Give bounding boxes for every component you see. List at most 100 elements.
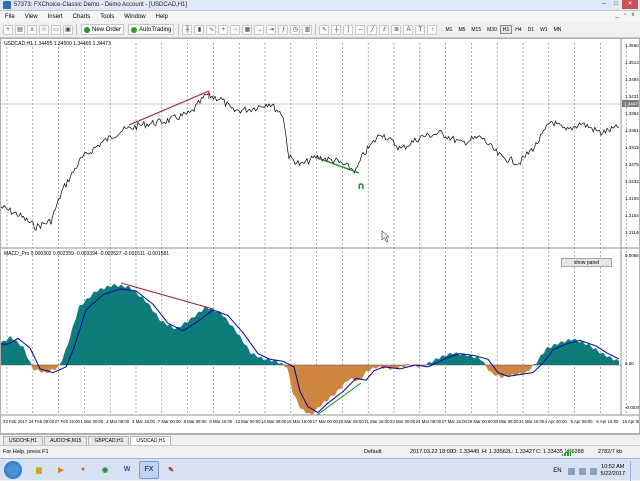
chart-tabs: USDCHF,H1 AUDCHF,M15 GBPCAD,H1 USDCAD,H1 [0, 434, 640, 445]
bar-chart-icon[interactable]: ╫ [182, 24, 193, 35]
menu-charts[interactable]: Charts [68, 14, 96, 20]
new-order-label: New Order [92, 26, 122, 33]
tray-arrow-icon[interactable] [567, 467, 575, 475]
tab-usdcad-h1[interactable]: USDCAD,H1 [130, 436, 172, 445]
timeframe-d1[interactable]: D1 [525, 25, 537, 34]
timeframe-m15[interactable]: M15 [468, 25, 484, 34]
timeframe-h1[interactable]: H1 [499, 25, 513, 34]
vertical-line-icon[interactable]: │ [343, 24, 354, 35]
metatrader-taskbar-icon[interactable]: FX [139, 460, 159, 479]
time-axis-label: 13 Mar 00:00 [235, 419, 261, 424]
menu-file[interactable]: File [0, 14, 20, 20]
crosshair-icon[interactable]: ┼ [331, 24, 342, 35]
chart-window[interactable]: ↑ ∩ 1.35605 1.35135 1.34840 1.34315 1.33945 1.3… [0, 38, 640, 434]
horizontal-line-icon[interactable]: ─ [355, 24, 366, 35]
show-panel-button[interactable]: show panel [561, 258, 612, 267]
price-axis-label: 1.31140 [625, 230, 639, 235]
status-traffic: 2782/7 kb [598, 449, 623, 455]
time-axis-label: 30 Mar 08:00 [493, 419, 519, 424]
navigator-icon[interactable]: ☆ [39, 24, 49, 35]
price-line [0, 91, 620, 231]
strategy-tester-icon[interactable]: ▣ [63, 24, 73, 35]
channel-icon[interactable]: ⫽ [379, 24, 390, 35]
language-indicator[interactable]: EN [553, 468, 561, 474]
timeframe-m5[interactable]: M5 [455, 25, 468, 34]
trendline-icon[interactable]: ╱ [367, 24, 378, 35]
menu-tools[interactable]: Tools [95, 14, 119, 20]
zoom-in-icon[interactable]: + [218, 24, 229, 35]
tab-gbpcad-h1[interactable]: GBPCAD,H1 [88, 436, 130, 445]
chart-shift-icon[interactable]: ⇥ [266, 24, 277, 35]
chart-close-button[interactable]: x [629, 12, 637, 18]
status-profile[interactable]: Default [364, 449, 381, 455]
symbol-ohlc-label: USDCAD,H1 1.34495 1.34500 1.34465 1.3447… [4, 41, 111, 47]
templates-icon[interactable]: ▥ [302, 24, 313, 35]
minimize-button[interactable]: – [598, 0, 610, 9]
cursor-icon[interactable]: ↖ [319, 24, 330, 35]
status-open: O: 1.33449 [452, 449, 480, 455]
line-chart-icon[interactable]: ∿ [206, 24, 217, 35]
firefox-icon[interactable]: ● [73, 461, 93, 479]
market-watch-icon[interactable]: ≡ [27, 24, 37, 35]
timeframe-m30[interactable]: M30 [484, 25, 500, 34]
paint-icon[interactable]: ✎ [161, 461, 181, 479]
chart-minimize-button[interactable]: _ [613, 12, 621, 18]
mouse-cursor-icon [381, 230, 390, 243]
autoscroll-icon[interactable]: → [254, 24, 265, 35]
time-axis-label: 1 Mar 00:00 [80, 419, 104, 424]
auto-trading-button[interactable]: AutoTrading [128, 24, 175, 35]
price-axis-label: 1.35135 [625, 60, 639, 65]
menu-view[interactable]: View [20, 14, 43, 20]
periods-icon[interactable]: ◷ [290, 24, 301, 35]
time-axis-label: 15 Mar 16:00 [287, 419, 313, 424]
toolbar-divider [178, 24, 180, 35]
start-button[interactable] [4, 460, 22, 479]
text-tool-icon[interactable]: A [403, 24, 414, 35]
label-tool-icon[interactable]: T [415, 24, 426, 35]
terminal-icon[interactable]: ▭ [51, 24, 61, 35]
timeframe-m1[interactable]: M1 [442, 25, 455, 34]
show-desktop-button[interactable] [630, 461, 636, 481]
connection-status-icon[interactable] [562, 449, 570, 456]
sell-signal-arrow: ↑ [205, 92, 213, 102]
chart-restore-button[interactable]: ▫ [621, 12, 629, 18]
indicators-icon[interactable]: ƒ [278, 24, 289, 35]
system-clock[interactable]: 10:52 AM 5/22/2017 [601, 464, 625, 478]
new-order-button[interactable]: New Order [81, 24, 125, 35]
candlestick-icon[interactable]: ▮ [194, 24, 205, 35]
timeframe-w1[interactable]: W1 [537, 25, 551, 34]
status-low: L: 1.33427 [509, 449, 535, 455]
time-axis-label: 3 Mar 16:00 [132, 419, 156, 424]
media-player-icon[interactable]: ▶ [51, 461, 71, 479]
maximize-button[interactable]: □ [610, 0, 622, 9]
system-tray: EN 10:52 AM 5/22/2017 [553, 461, 636, 481]
volume-icon[interactable] [589, 467, 597, 475]
status-help-text: For Help, press F1 [3, 449, 49, 455]
profiles-icon[interactable]: ▤ [15, 24, 25, 35]
tab-audchf-m15[interactable]: AUDCHF,M15 [44, 436, 88, 445]
menu-help[interactable]: Help [151, 14, 173, 20]
zoom-out-icon[interactable]: − [230, 24, 241, 35]
chrome-icon[interactable]: ◉ [95, 461, 115, 479]
timeframe-mn[interactable]: MN [551, 25, 565, 34]
tile-windows-icon[interactable]: ▦ [242, 24, 253, 35]
arrows-tool-icon[interactable]: ↑ [427, 24, 438, 35]
close-button[interactable]: ✕ [622, 0, 638, 9]
fibonacci-icon[interactable]: ≣ [391, 24, 402, 35]
tab-usdchf-h1[interactable]: USDCHF,H1 [3, 436, 44, 445]
new-chart-icon[interactable]: + [3, 24, 13, 35]
network-icon[interactable] [578, 467, 586, 475]
menu-insert[interactable]: Insert [43, 14, 68, 20]
clock-date: 5/22/2017 [600, 471, 625, 477]
explorer-icon[interactable]: ▆ [29, 461, 49, 479]
time-axis-label: 17 Mar 00:00 [313, 419, 339, 424]
price-axis-label: 1.35605 [625, 43, 639, 48]
word-icon[interactable]: W [117, 461, 137, 479]
time-axis-label: 27 Feb 16:00 [55, 419, 81, 424]
price-chart-canvas[interactable]: ↑ ∩ 1.35605 1.35135 1.34840 1.34315 1.33945 1.3… [0, 39, 640, 433]
timeframe-h4[interactable]: H4 [512, 25, 524, 34]
menu-window[interactable]: Window [119, 14, 150, 20]
price-axis-label: 1.32755 [625, 162, 639, 167]
status-close: C: 1.33435 [536, 449, 563, 455]
time-axis-label: 5 Apr 08:00 [571, 419, 594, 424]
